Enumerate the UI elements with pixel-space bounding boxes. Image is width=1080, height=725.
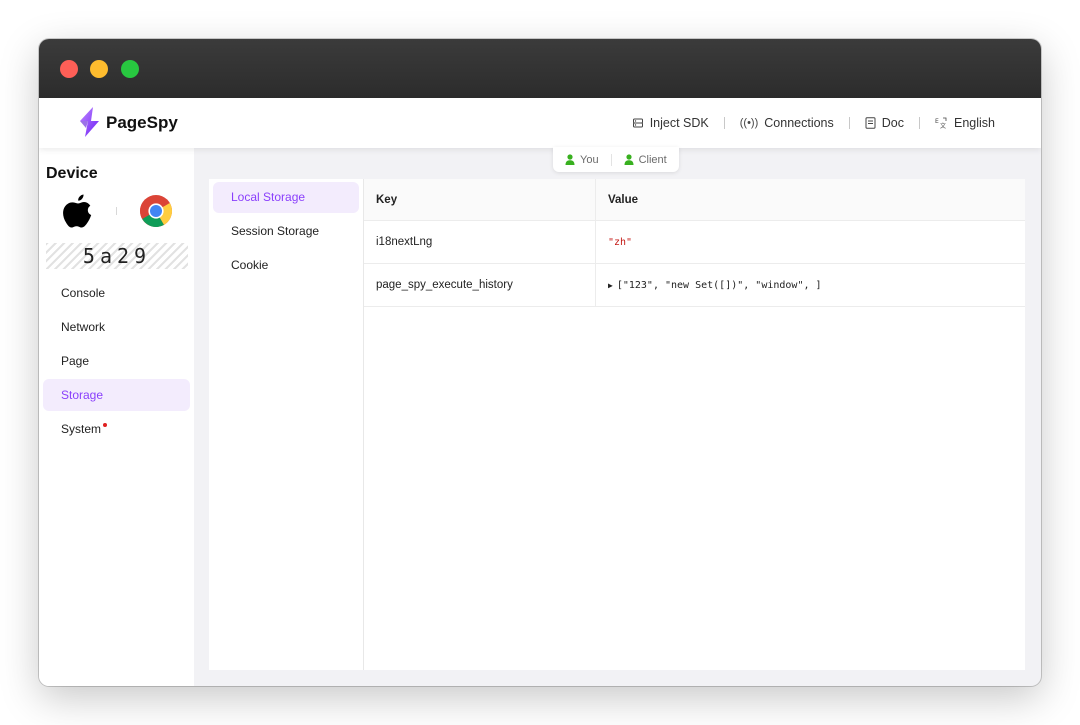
expand-caret-icon[interactable]: ▶ [608,281,613,290]
notification-dot [103,423,108,427]
storage-type-label: Local Storage [231,190,306,204]
device-icon-divider [116,207,117,215]
table-row[interactable]: i18nextLng "zh" [364,221,1025,264]
sidebar-item-network[interactable]: Network [43,311,190,343]
nav-divider [723,117,725,129]
user-switcher: You Client [553,147,679,172]
row-value-expandable[interactable]: ▶ ["123", "new Set([])", "window", ] [608,264,822,306]
nav-language-label: English [954,116,995,130]
inject-sdk-icon [632,118,643,128]
sidebar: Device 5a29 Console Network Page Storage… [39,148,194,686]
sidebar-item-storage[interactable]: Storage [43,379,190,411]
device-title: Device [46,165,98,182]
svg-text:文: 文 [940,122,946,129]
pagespy-logo-icon[interactable] [76,106,102,138]
sidebar-item-page[interactable]: Page [43,345,190,377]
storage-type-label: Cookie [231,258,269,272]
table-header: Key Value [364,179,1025,221]
storage-panel: Local Storage Session Storage Cookie Key… [209,179,1025,670]
sidebar-item-console[interactable]: Console [43,277,190,309]
doc-icon [865,117,876,129]
user-you[interactable]: You [562,154,602,166]
sidebar-item-system[interactable]: System [43,413,190,445]
user-client[interactable]: Client [621,154,670,166]
nav-inject-sdk-label: Inject SDK [649,116,709,130]
user-icon [565,154,575,165]
row-key: page_spy_execute_history [376,279,513,291]
nav-doc[interactable]: Doc [865,116,904,130]
storage-type-menu: Local Storage Session Storage Cookie [209,179,364,670]
storage-table: Key Value i18nextLng "zh" page_spy_execu… [364,179,1025,307]
window-titlebar [39,39,1041,98]
user-client-label: Client [638,153,667,166]
sidebar-item-label: Page [61,354,90,368]
nav-connections-label: Connections [764,116,834,130]
column-divider [595,179,596,220]
table-row[interactable]: page_spy_execute_history ▶ ["123", "new … [364,264,1025,307]
storage-type-session-storage[interactable]: Session Storage [213,216,359,247]
minimize-window-button[interactable] [90,60,108,78]
storage-type-label: Session Storage [231,224,320,238]
sidebar-item-label: Storage [61,388,104,402]
apple-icon [63,194,92,228]
nav-inject-sdk[interactable]: Inject SDK [632,116,709,130]
row-value: ["123", "new Set([])", "window", ] [616,279,822,291]
device-code-box: 5a29 [46,243,188,269]
chrome-icon [140,195,173,228]
close-window-button[interactable] [60,60,78,78]
nav-doc-label: Doc [881,116,904,130]
sidebar-item-label: System [61,422,102,436]
user-you-label: You [580,153,599,166]
sidebar-item-label: Console [61,286,106,300]
user-divider [610,153,612,166]
sidebar-menu: Console Network Page Storage System [43,277,190,447]
column-divider [595,264,596,306]
device-code: 5a29 [82,244,152,268]
row-value: "zh" [608,236,633,248]
nav-divider [848,117,850,129]
column-divider [595,221,596,263]
nav-divider [919,117,920,129]
nav-language[interactable]: E 文 English [935,116,995,130]
header-nav: Inject SDK ((•)) Connections Doc E 文 Eng… [632,98,995,148]
maximize-window-button[interactable] [121,60,139,78]
svg-text:E: E [935,118,939,125]
app-brand-name: PageSpy [106,113,178,132]
storage-type-local-storage[interactable]: Local Storage [213,182,359,213]
nav-connections[interactable]: ((•)) Connections [740,116,834,130]
column-header-value: Value [608,193,639,206]
browser-window: PageSpy Inject SDK ((•)) Connections Doc… [39,39,1041,686]
connections-icon: ((•)) [739,117,759,129]
language-icon: E 文 [935,117,947,129]
app-header: PageSpy Inject SDK ((•)) Connections Doc… [39,98,1041,148]
sidebar-item-label: Network [61,320,106,334]
column-header-key: Key [376,193,398,206]
storage-type-cookie[interactable]: Cookie [213,250,359,281]
user-icon [624,154,634,165]
row-key: i18nextLng [376,236,433,248]
